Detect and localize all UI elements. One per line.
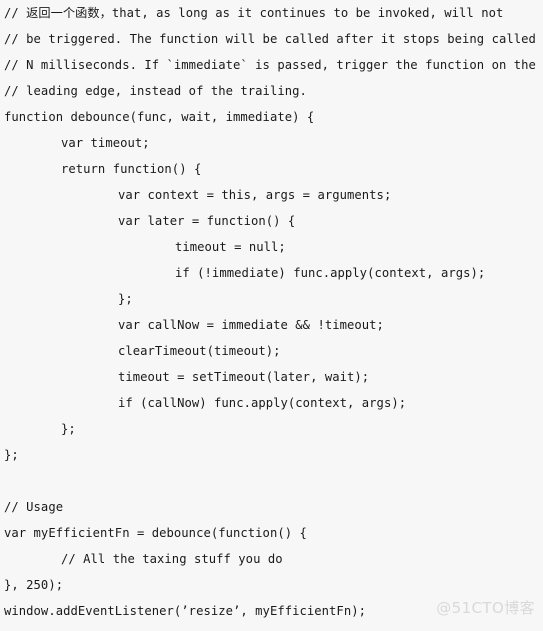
code-line: var context = this, args = arguments; [118,188,392,202]
code-line: }, 250); [4,578,64,592]
code-line: var callNow = immediate && !timeout; [118,318,384,332]
code-line: // be triggered. The function will be ca… [4,32,543,46]
code-line: if (callNow) func.apply(context, args); [118,396,407,410]
code-line: // leading edge, instead of the trailing… [4,84,307,98]
code-line: window.addEventListener(’resize’, myEffi… [4,604,366,618]
code-line: timeout = null; [175,240,286,254]
code-screenshot: // 返回一个函数，that, as long as it continues … [0,0,543,631]
code-line: // All the taxing stuff you do [61,552,283,566]
code-line: // Usage [4,500,64,514]
code-line: }; [4,448,19,462]
code-line: var later = function() { [118,214,296,228]
code-line: }; [61,422,76,436]
code-line: return function() { [61,162,202,176]
code-line: // 返回一个函数，that, as long as it continues … [4,6,504,20]
code-line: if (!immediate) func.apply(context, args… [175,266,486,280]
code-line: function debounce(func, wait, immediate)… [4,110,315,124]
code-line: var timeout; [61,136,150,150]
code-line: }; [118,292,133,306]
code-line: // N milliseconds. If `immediate` is pas… [4,58,536,72]
code-line: timeout = setTimeout(later, wait); [118,370,370,384]
code-line: clearTimeout(timeout); [118,344,281,358]
code-line: var myEfficientFn = debounce(function() … [4,526,307,540]
code-block[interactable]: // 返回一个函数，that, as long as it continues … [0,0,543,624]
